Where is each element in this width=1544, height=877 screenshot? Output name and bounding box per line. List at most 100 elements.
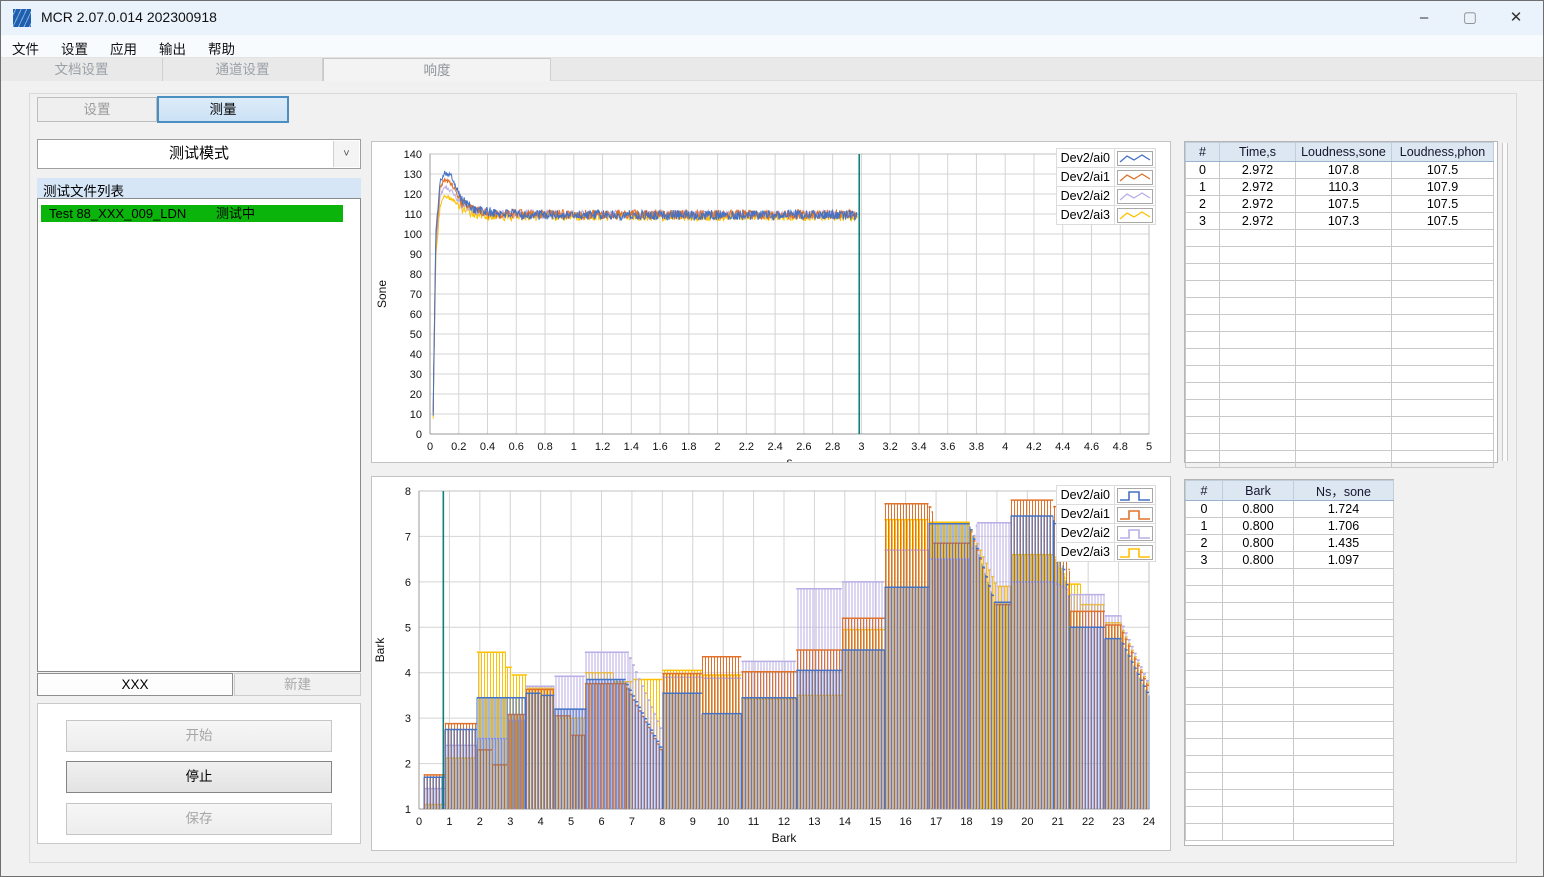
table-row-empty[interactable]: [1185, 755, 1394, 773]
bark-table[interactable]: # Bark Ns，sone 0 0.800 1.724 1 0.800 1.706 2 0.800…: [1185, 480, 1394, 841]
svg-text:12: 12: [778, 816, 790, 828]
column-header[interactable]: Time,s: [1219, 142, 1296, 162]
svg-text:23: 23: [1112, 816, 1124, 828]
table-row-empty[interactable]: [1185, 365, 1494, 383]
legend-label: Dev2/ai0: [1055, 148, 1116, 168]
chevron-down-icon[interactable]: ˅: [333, 141, 359, 167]
table-row-empty[interactable]: [1185, 450, 1494, 468]
svg-text:60: 60: [410, 309, 422, 321]
file-list-header: 测试文件列表: [37, 178, 361, 199]
table-row[interactable]: 2 2.972 107.5 107.5: [1185, 195, 1494, 213]
save-button[interactable]: 保存: [66, 803, 332, 835]
loudness-time-chart[interactable]: 0 10 20 30 40 50 60 70 80 90 100 110 120 130 140 0 0.2 0.…: [372, 142, 1170, 469]
subtab-measure[interactable]: 测量: [157, 96, 289, 123]
svg-text:1.8: 1.8: [681, 441, 696, 453]
legend-label: Dev2/ai1: [1055, 167, 1116, 187]
new-button[interactable]: 新建: [234, 673, 361, 696]
table-row-empty[interactable]: [1185, 382, 1494, 400]
svg-text:8: 8: [405, 486, 411, 498]
table-row-empty[interactable]: [1185, 280, 1494, 298]
table-row[interactable]: 2 0.800 1.435: [1185, 534, 1394, 552]
table-row[interactable]: 3 2.972 107.3 107.5: [1185, 212, 1494, 230]
table-row[interactable]: 3 0.800 1.097: [1185, 551, 1394, 569]
svg-text:3: 3: [858, 441, 864, 453]
table-row-empty[interactable]: [1185, 263, 1494, 281]
bark-chart[interactable]: 123456780 1 2 3 4 5 6 7 8 9 10 11 12 13 14 15 16 17 18 19 20…: [372, 477, 1170, 850]
tab-2[interactable]: 响度: [323, 58, 551, 81]
table-row-empty[interactable]: [1185, 297, 1494, 315]
table-row-empty[interactable]: [1185, 721, 1394, 739]
table-row-empty[interactable]: [1185, 229, 1494, 247]
list-item-test-file[interactable]: Test 88_XXX_009_LDN 测试中: [41, 205, 343, 222]
svg-text:s: s: [787, 455, 793, 462]
tab-1[interactable]: 通道设置: [163, 58, 323, 81]
svg-text:0: 0: [416, 429, 422, 441]
legend-bar-icon: [1117, 544, 1153, 560]
svg-text:5: 5: [568, 816, 574, 828]
table-row-empty[interactable]: [1185, 806, 1394, 824]
tab-0[interactable]: 文档设置: [1, 58, 163, 81]
column-header[interactable]: Loudness,phon: [1391, 142, 1494, 162]
svg-text:2.2: 2.2: [739, 441, 754, 453]
table-row-empty[interactable]: [1185, 687, 1394, 705]
table-row-empty[interactable]: [1185, 433, 1494, 451]
table-row-empty[interactable]: [1185, 823, 1394, 841]
svg-text:3.8: 3.8: [969, 441, 984, 453]
svg-text:6: 6: [405, 577, 411, 589]
svg-text:2.8: 2.8: [825, 441, 840, 453]
svg-text:10: 10: [410, 409, 422, 421]
table-row-empty[interactable]: [1185, 416, 1494, 434]
bark-chart-panel[interactable]: 1 2 3 4 5 6 7 8 0 1 2 3 4 5 6 7 8 9 10 11 12 13 14 15 16 17 18 19 20…: [371, 476, 1171, 851]
svg-text:0.4: 0.4: [480, 441, 495, 453]
test-file-listbox[interactable]: Test 88_XXX_009_LDN 测试中: [37, 198, 361, 672]
table-row[interactable]: 0 0.800 1.724: [1185, 500, 1394, 518]
table-row[interactable]: 0 2.972 107.8 107.5: [1185, 161, 1494, 179]
xxx-button[interactable]: XXX: [37, 673, 233, 696]
menu-bar: 文件 设置 应用 输出 帮助: [1, 35, 1543, 58]
table-row-empty[interactable]: [1185, 568, 1394, 586]
table-row-empty[interactable]: [1185, 738, 1394, 756]
column-header[interactable]: Bark: [1222, 480, 1294, 501]
test-mode-select[interactable]: 测试模式 ˅: [37, 139, 361, 169]
svg-text:3.4: 3.4: [911, 441, 926, 453]
table-row-empty[interactable]: [1185, 314, 1494, 332]
stop-button[interactable]: 停止: [66, 761, 332, 793]
start-button[interactable]: 开始: [66, 720, 332, 752]
table-row-empty[interactable]: [1185, 772, 1394, 790]
table-row-empty[interactable]: [1185, 602, 1394, 620]
loudness-time-chart-panel[interactable]: 0 10 20 30 40 50 60 70 80 90 100 110 120 130 140 0 0.2 0.…: [371, 141, 1171, 469]
table-row-empty[interactable]: [1185, 331, 1494, 349]
loudness-table-scrollbar[interactable]: [1502, 143, 1508, 461]
svg-text:18: 18: [960, 816, 972, 828]
maximize-icon[interactable]: ▢: [1447, 1, 1493, 35]
svg-text:Bark: Bark: [373, 637, 387, 663]
table-row-empty[interactable]: [1185, 399, 1494, 417]
table-row-empty[interactable]: [1185, 348, 1494, 366]
column-header[interactable]: Ns，sone: [1293, 480, 1394, 501]
title-bar: MCR 2.07.0.014 202300918 – ▢ ✕: [1, 1, 1543, 35]
table-row-empty[interactable]: [1185, 704, 1394, 722]
subtab-settings[interactable]: 设置: [37, 97, 157, 122]
table-row-empty[interactable]: [1185, 585, 1394, 603]
column-header[interactable]: #: [1185, 480, 1223, 501]
close-icon[interactable]: ✕: [1493, 1, 1539, 35]
column-header[interactable]: #: [1185, 142, 1220, 162]
table-row-empty[interactable]: [1185, 636, 1394, 654]
table-row[interactable]: 1 2.972 110.3 107.9: [1185, 178, 1494, 196]
column-header[interactable]: Loudness,sone: [1295, 142, 1392, 162]
svg-text:4.2: 4.2: [1026, 441, 1041, 453]
table-row-empty[interactable]: [1185, 670, 1394, 688]
table-row[interactable]: 1 0.800 1.706: [1185, 517, 1394, 535]
table-row-empty[interactable]: [1185, 619, 1394, 637]
table-row-empty[interactable]: [1185, 653, 1394, 671]
table-row-empty[interactable]: [1185, 789, 1394, 807]
svg-text:2: 2: [477, 816, 483, 828]
svg-text:3.2: 3.2: [883, 441, 898, 453]
table-row-empty[interactable]: [1185, 246, 1494, 264]
legend-row: Dev2/ai0: [1055, 148, 1156, 168]
legend-label: Dev2/ai2: [1055, 186, 1116, 206]
loudness-table[interactable]: # Time,s Loudness,sone Loudness,phon 0 2.972 1…: [1185, 142, 1494, 468]
svg-text:13: 13: [808, 816, 820, 828]
minimize-icon[interactable]: –: [1401, 1, 1447, 35]
main-tab-bar: 文档设置 通道设置 响度: [1, 58, 1543, 81]
